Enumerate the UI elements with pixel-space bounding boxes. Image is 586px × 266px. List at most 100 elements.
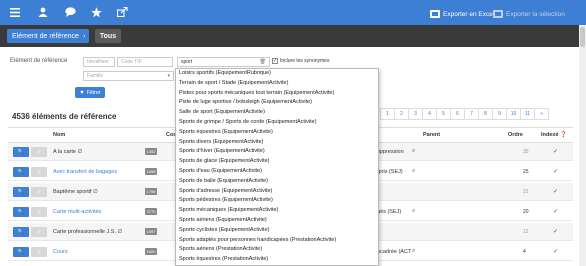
column-indexed[interactable]: Indexé ❓ (541, 132, 567, 138)
dropdown-option[interactable]: Sports d'hiver (EquipementActivite) (176, 147, 378, 157)
scrollbar-thumb[interactable] (580, 27, 585, 47)
dropdown-option[interactable]: Sports mécaniques (EquipementActivite) (176, 206, 378, 216)
row-id-badge: 1820 (145, 248, 157, 255)
page-link[interactable]: 6 (450, 108, 465, 120)
check-icon: ✓ (36, 229, 42, 236)
page-link[interactable]: 4 (422, 108, 437, 120)
dropdown-option[interactable]: Sports adaptés pour personnes handicapée… (176, 236, 378, 246)
search-icon: 🔍 (17, 169, 25, 175)
view-button[interactable]: 🔍 (13, 147, 29, 157)
select-button[interactable]: ✓ (31, 207, 47, 217)
row-order: 35 (523, 149, 529, 155)
page-scrollbar[interactable] (579, 25, 586, 266)
row-id-badge: 1698 (145, 168, 157, 175)
dropdown-option[interactable]: Sports de balle (EquipementActivite) (176, 177, 378, 187)
dropdown-option[interactable]: Pistes pour sports mécaniques tout terra… (176, 89, 378, 99)
user-icon[interactable] (36, 5, 50, 19)
chevron-down-icon: ▾ (167, 73, 170, 79)
page-link[interactable]: » (534, 108, 549, 120)
dropdown-option[interactable]: Terrain de sport / Stade (EquipementActi… (176, 79, 378, 89)
view-button[interactable]: 🔍 (13, 167, 29, 177)
select-button[interactable]: ✓ (31, 227, 47, 237)
page-link[interactable]: 9 (492, 108, 507, 120)
pagination: 1 2 3 4 5 6 7 8 9 10 11» (380, 108, 549, 120)
share-icon[interactable] (115, 5, 129, 19)
row-name[interactable]: Cours (53, 249, 68, 255)
dropdown-option[interactable]: Salle de sport (EquipementActivite) (176, 108, 378, 118)
dropdown-option[interactable]: Loisirs sportifs (EquipementRubrique) (176, 69, 378, 79)
search-icon[interactable]: ⌕ (412, 148, 415, 155)
chevron-right-icon: › (82, 32, 86, 40)
dropdown-option[interactable]: Sports divers (EquipementActivite) (176, 138, 378, 148)
select-button[interactable]: ✓ (31, 147, 47, 157)
select-button[interactable]: ✓ (31, 167, 47, 177)
column-order[interactable]: Ordre (508, 132, 523, 138)
filter-button[interactable]: ▼ Filtrer (75, 87, 105, 98)
page-link[interactable]: 2 (394, 108, 409, 120)
row-name: Baptême sportif ∅ (53, 189, 98, 195)
row-name[interactable]: Carte multi-activités (53, 209, 101, 215)
column-name[interactable]: Nom (53, 132, 65, 138)
synonyms-label: Inclure les synonymes (280, 58, 330, 64)
page-link[interactable]: 7 (464, 108, 479, 120)
synonyms-toggle[interactable]: ✓ Inclure les synonymes (272, 58, 329, 64)
breadcrumb-all[interactable]: Tous (95, 29, 121, 43)
menu-icon[interactable] (8, 5, 22, 19)
identifiant-input[interactable]: Identifiant (83, 57, 115, 67)
star-icon[interactable] (89, 5, 103, 19)
row-id-badge: 3770 (145, 208, 157, 215)
view-button[interactable]: 🔍 (13, 227, 29, 237)
dropdown-option[interactable]: Piste de luge sportive / bobsleigh (Equi… (176, 98, 378, 108)
search-icon[interactable]: ⌕ (412, 168, 415, 175)
synonyms-checkbox[interactable]: ✓ (272, 58, 278, 64)
select-button[interactable]: ✓ (31, 247, 47, 257)
dropdown-option[interactable]: Sports de glace (EquipementActivite) (176, 157, 378, 167)
export-excel-button[interactable]: Exporter en Excel (430, 8, 494, 20)
export-selection-label: Exporter la sélection (506, 10, 565, 18)
code-tif-input[interactable]: Code TIF (117, 57, 173, 67)
famille-select[interactable]: Famille ▾ (83, 71, 174, 81)
search-icon: 🔍 (17, 209, 25, 215)
excel-icon (430, 10, 440, 18)
help-icon: ❓ (559, 132, 567, 138)
row-order: 20 (523, 209, 529, 215)
dropdown-option[interactable]: Sports équestres (EquipementActivite) (176, 128, 378, 138)
search-input[interactable]: sport 🗑 (177, 57, 270, 67)
select-button[interactable]: ✓ (31, 187, 47, 197)
row-id-badge: 1756 (145, 188, 157, 195)
page-link[interactable]: 1 (380, 108, 395, 120)
export-selection-button[interactable]: Exporter la sélection (493, 8, 565, 20)
view-button[interactable]: 🔍 (13, 187, 29, 197)
dropdown-option[interactable]: Sports équestres (PrestationActivite) (176, 255, 378, 265)
row-parent: encadrée (ACT (374, 249, 412, 255)
page-link[interactable]: 10 (506, 108, 521, 120)
view-button[interactable]: 🔍 (13, 247, 29, 257)
row-name[interactable]: Avec transfert de bagages (53, 169, 117, 175)
dropdown-option[interactable]: Sports pédestres (EquipementActivite) (176, 196, 378, 206)
view-button[interactable]: 🔍 (13, 207, 29, 217)
indexed-check-icon: ✓ (553, 209, 559, 215)
dropdown-option[interactable]: Sports cyclistes (EquipementActivite) (176, 226, 378, 236)
export-excel-label: Exporter en Excel (443, 10, 495, 18)
row-order: 31 (523, 189, 529, 195)
dropdown-option[interactable]: Sports de grimpe / Sports de corde (Equi… (176, 118, 378, 128)
clear-icon[interactable]: 🗑 (260, 58, 266, 66)
search-icon[interactable]: ⌕ (412, 248, 415, 255)
dropdown-option[interactable]: Sports d'adresse (EquipementActivite) (176, 187, 378, 197)
dropdown-option[interactable]: Sports aériens (EquipementActivite) (176, 216, 378, 226)
chat-icon[interactable] (63, 5, 77, 19)
search-icon: 🔍 (17, 249, 25, 255)
page-link[interactable]: 8 (478, 108, 493, 120)
page-link[interactable]: 3 (408, 108, 423, 120)
page-link[interactable]: 11 (520, 108, 535, 120)
dropdown-option[interactable]: Sports aériens (PrestationActivite) (176, 245, 378, 255)
page-link[interactable]: 5 (436, 108, 451, 120)
excel-icon (493, 10, 503, 18)
column-parent[interactable]: Parent (423, 132, 440, 138)
famille-placeholder: Famille (87, 73, 104, 79)
search-icon: 🔍 (17, 149, 25, 155)
dropdown-option[interactable]: Sports d'eau (EquipementActivite) (176, 167, 378, 177)
search-icon[interactable]: ⌕ (412, 208, 415, 215)
row-id-badge: 1697 (145, 228, 157, 235)
breadcrumb-current[interactable]: Elément de référence › (7, 29, 89, 43)
